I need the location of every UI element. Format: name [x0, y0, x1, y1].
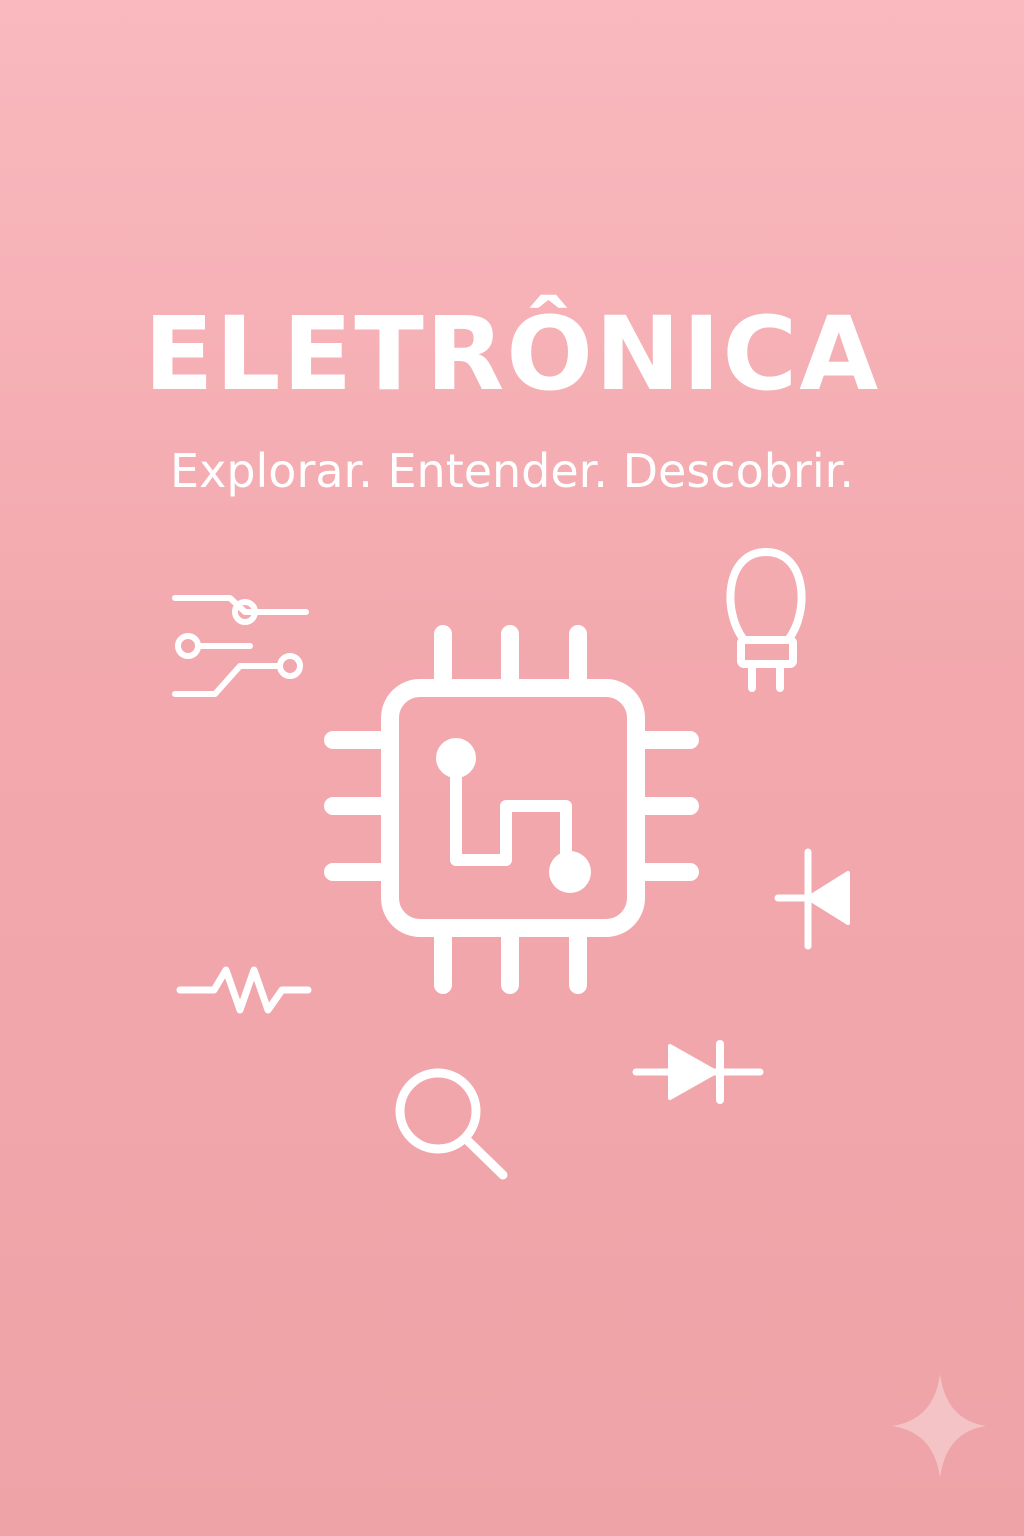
resistor-icon: [176, 966, 312, 1014]
sparkle-icon: [892, 1374, 986, 1478]
diode-horizontal-icon: [632, 1040, 764, 1104]
illustration: [172, 548, 986, 1478]
diode-vertical-icon: [774, 848, 850, 950]
chip-trace-node-end: [549, 851, 591, 893]
magnifier-icon: [395, 1068, 508, 1180]
light-bulb-icon: [726, 548, 806, 692]
chip-trace: [450, 752, 572, 876]
circuit-traces-icon: [172, 595, 309, 697]
chip-trace-node-start: [436, 738, 476, 778]
